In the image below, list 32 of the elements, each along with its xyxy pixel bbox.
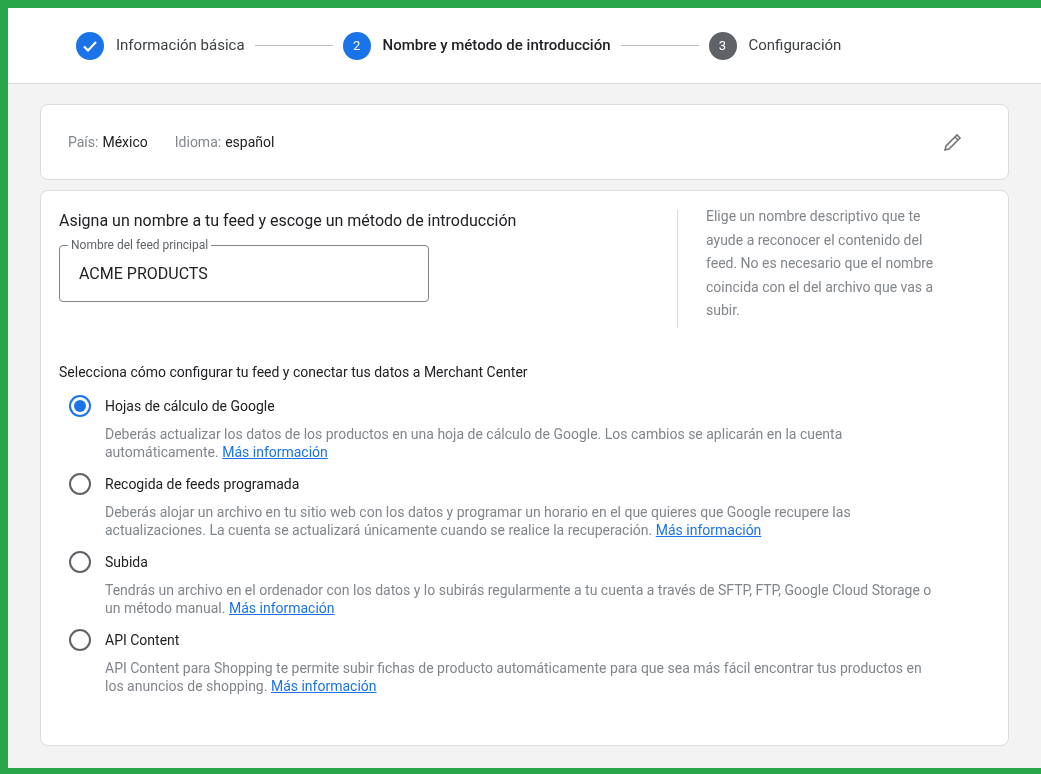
option-label[interactable]: Subida bbox=[105, 551, 148, 573]
section-heading: Asigna un nombre a tu feed y escoge un método de introducción bbox=[59, 210, 518, 232]
radio-button[interactable] bbox=[69, 395, 91, 417]
more-info-link[interactable]: Más información bbox=[270, 678, 377, 694]
radio-button[interactable] bbox=[69, 473, 91, 495]
option-description: Deberás actualizar los datos de los productos en una hoja de cálculo de Google. Los cambios se aplicarán en la cuenta automáticamente. Más información bbox=[105, 425, 844, 461]
option-description: API Content para Shopping te permite subir fichas de producto automáticamente para que sea más fácil encontrar tus productos en los anuncios de shopping. Más información bbox=[105, 659, 923, 695]
option-label[interactable]: Recogida de feeds programada bbox=[105, 473, 300, 495]
language-label: Idioma: bbox=[174, 132, 222, 152]
more-info-link[interactable]: Más información bbox=[228, 600, 335, 616]
radio-button[interactable] bbox=[69, 551, 91, 573]
feed-name-field[interactable]: Nombre del feed principal ACME PRODUCTS bbox=[59, 238, 429, 302]
more-info-link[interactable]: Más información bbox=[655, 522, 762, 538]
language-value: español bbox=[225, 132, 275, 152]
step-label[interactable]: Información básica bbox=[116, 34, 245, 57]
step-number: 3 bbox=[708, 31, 737, 60]
step-label[interactable]: Nombre y método de introducción bbox=[382, 34, 611, 57]
check-icon bbox=[76, 31, 104, 60]
field-value: ACME PRODUCTS bbox=[79, 263, 209, 285]
radio-button[interactable] bbox=[69, 629, 91, 651]
option-label[interactable]: Hojas de cálculo de Google bbox=[105, 395, 275, 417]
option-description: Tendrás un archivo en el ordenador con los datos y lo subirás regularmente a tu cuenta a través de SFTP, FTP, Google Cloud Storage o un método manual. Más información bbox=[105, 581, 933, 617]
field-label: Nombre del feed principal bbox=[70, 238, 210, 252]
help-text: Elige un nombre descriptivo que te ayude a reconocer el contenido del feed. No es necesario que el nombre coincida con el del archivo que vas a subir. bbox=[706, 207, 935, 320]
methods-heading: Selecciona cómo configurar tu feed y conectar tus datos a Merchant Center bbox=[59, 363, 529, 382]
option-label[interactable]: API Content bbox=[105, 629, 180, 651]
country-label: País: bbox=[68, 132, 99, 152]
option-description: Deberás alojar un archivo en tu sitio web con los datos y programar un horario en el que quieres que Google recupere las actualizaciones. La cuenta se actualizará únicamente cuando se realice la recuperación. Más información bbox=[105, 503, 852, 539]
step-number: 2 bbox=[342, 31, 371, 60]
country-value: México bbox=[102, 132, 148, 152]
more-info-link[interactable]: Más información bbox=[222, 444, 328, 460]
step-label[interactable]: Configuración bbox=[748, 34, 842, 57]
